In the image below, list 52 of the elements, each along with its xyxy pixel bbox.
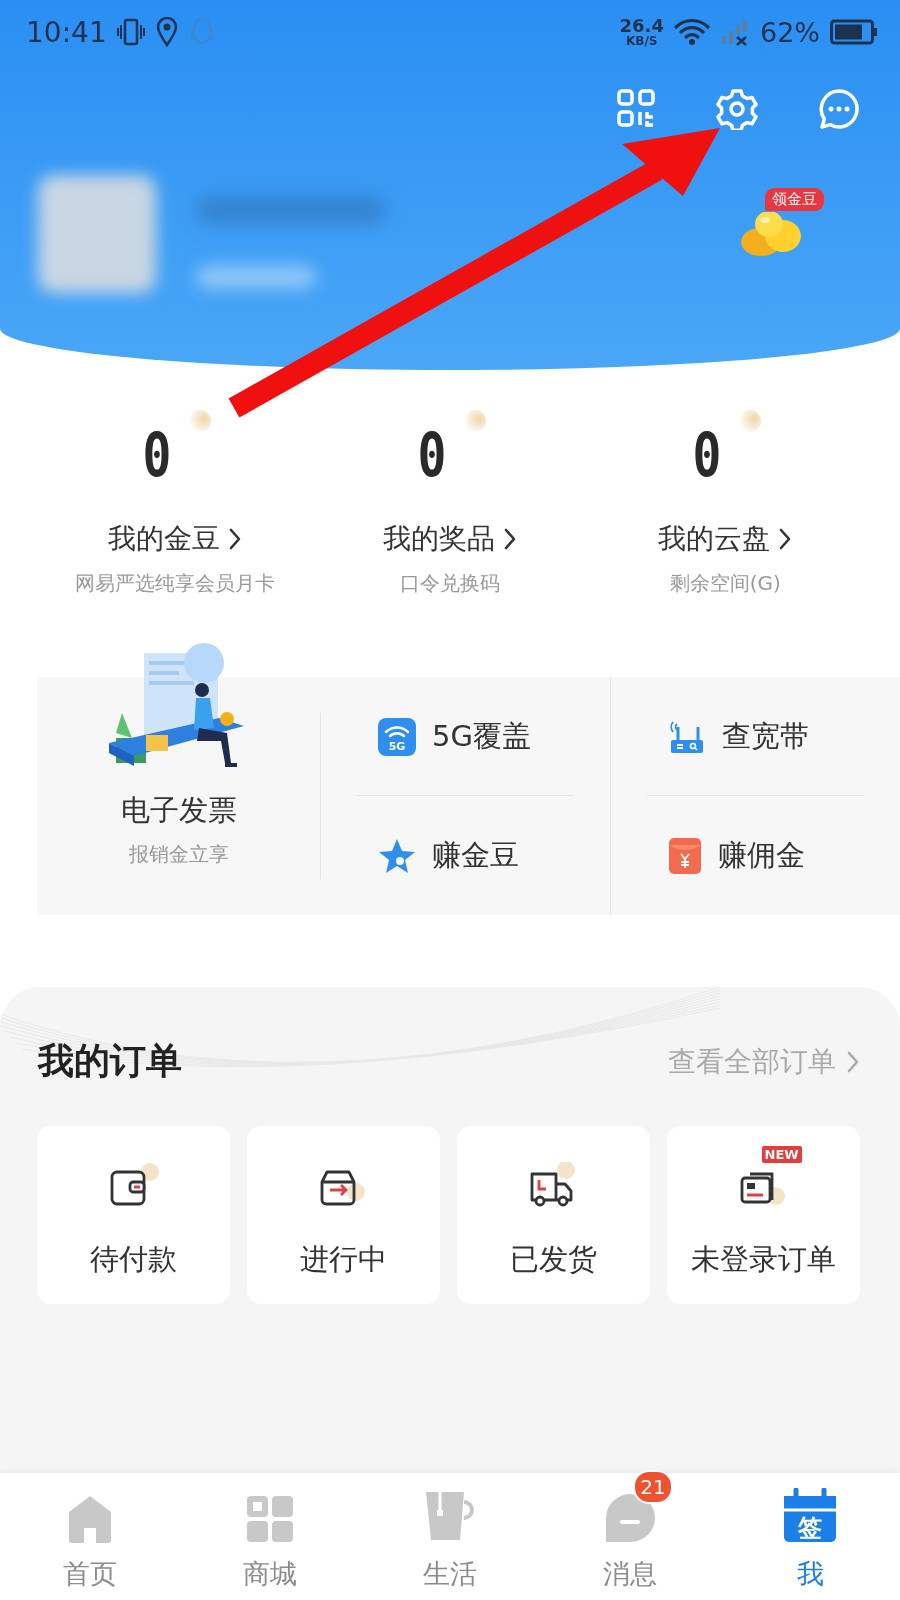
battery-percent: 62% [760,16,820,48]
order-status-card[interactable]: 已发货 [457,1126,650,1304]
stat-value: 0 [142,420,172,490]
tab-item[interactable]: 签 我 [720,1473,900,1600]
stat-caption: 剩余空间(G) [669,570,781,597]
service-item[interactable]: 赚金豆 [321,796,611,915]
stat-link[interactable]: 我的奖品 [383,520,517,558]
icon-label: 5G [388,739,406,753]
stat-caption: 口令兑换码 [400,570,500,597]
location-icon [154,17,179,47]
grid-icon [245,1494,295,1544]
invoice-subtitle: 报销金立享 [128,841,229,868]
unread-count-badge: 21 [633,1470,673,1504]
signal-icon [720,18,750,46]
stat-caption: 网易严选纯享会员月卡 [74,570,275,597]
coin-dot-icon [464,410,487,432]
chevron-icon [778,527,793,551]
invoice-title: 电子发票 [120,792,237,829]
penguin-icon [188,17,215,47]
network-speed: 26.4 [619,17,664,35]
tab-item[interactable]: 21 消息 [540,1473,720,1600]
speed-unit: KB/S [626,35,658,47]
order-status-card[interactable]: NEW 未登录订单 [667,1126,860,1304]
service-item[interactable]: 查宽带 [610,677,900,796]
chat-icon[interactable] [818,88,860,130]
home-icon [66,1494,114,1544]
calendar-character: 签 [798,1514,822,1542]
settings-icon[interactable] [716,88,758,130]
coin-dot-icon [188,410,211,432]
stat-value: 0 [692,420,722,490]
clock-time: 10:41 [26,15,107,49]
chevron-icon [503,527,517,551]
coin-dot-icon [739,410,762,432]
qr-code-icon[interactable] [616,88,656,128]
order-status-card[interactable]: 待付款 [37,1126,230,1304]
reward-tag: 领金豆 [765,188,824,211]
stat-link[interactable]: 我的金豆 [107,520,242,558]
new-badge: NEW [761,1146,802,1163]
order-status-card[interactable]: 进行中 [247,1126,440,1304]
section-title: 我的订单 [38,1039,182,1083]
service-item[interactable]: 5G 5G覆盖 [321,677,611,796]
message-icon [603,1492,657,1544]
chevron-icon [227,527,242,551]
wifi-icon [674,18,710,46]
vibrate-icon [116,17,145,47]
beans-icon[interactable] [739,212,803,258]
stat-value: 0 [417,420,447,490]
service-item[interactable]: 赚佣金 [610,796,900,915]
envelope-icon [667,836,702,875]
battery-icon [830,19,878,45]
chevron-icon [846,1049,860,1074]
stat-link[interactable]: 我的云盘 [658,520,793,558]
